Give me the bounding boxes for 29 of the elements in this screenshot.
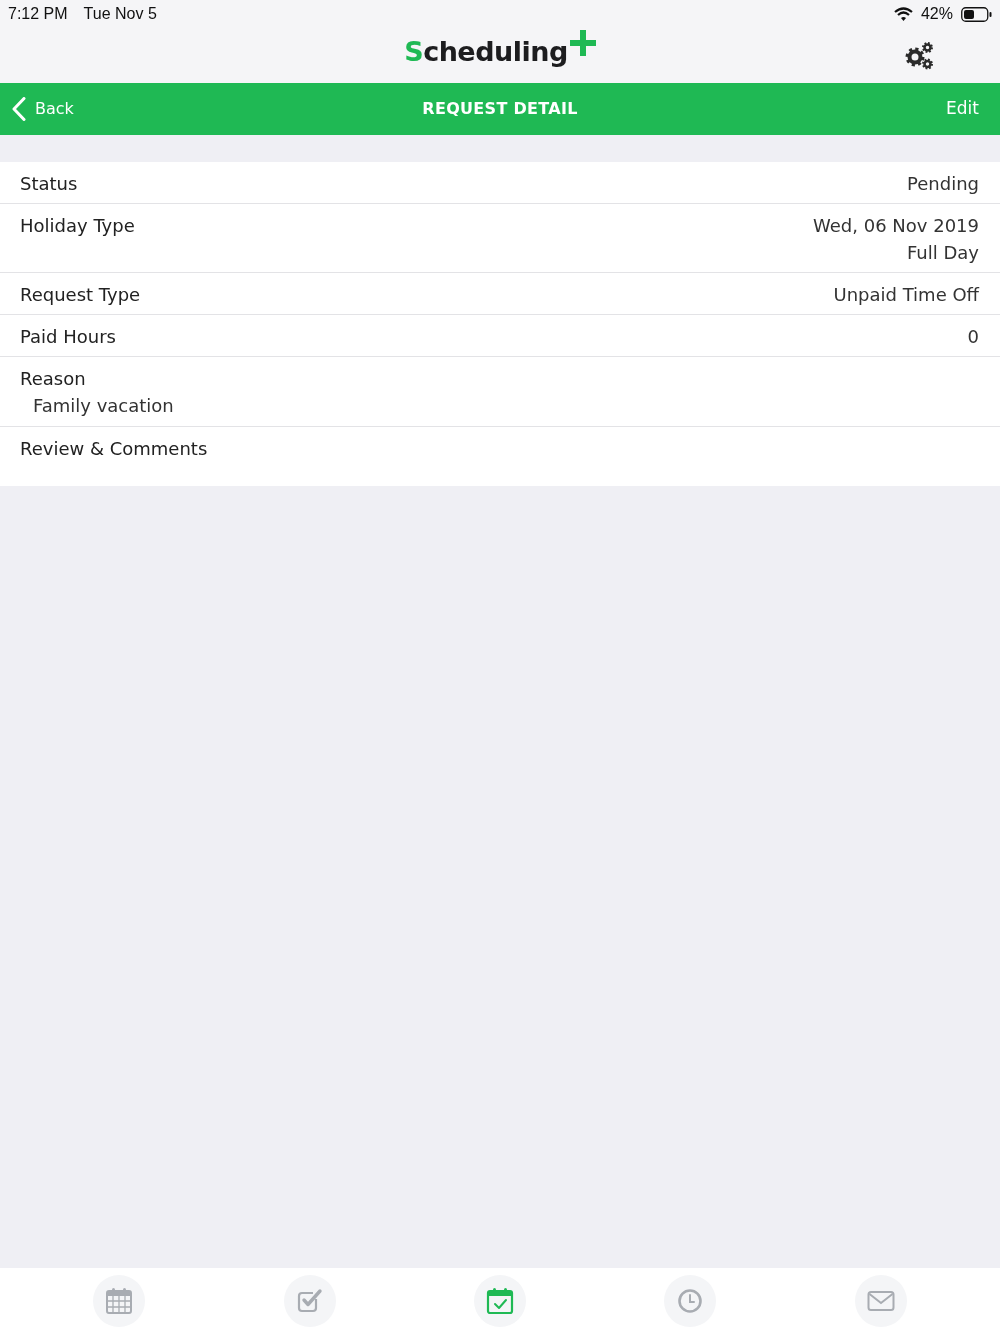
edit-button[interactable]: Edit xyxy=(946,96,1000,122)
checkbox-tick-icon xyxy=(295,1287,324,1315)
page-title: REQUEST DETAIL xyxy=(422,98,578,120)
field-label: Review & Comments xyxy=(20,437,208,461)
chevron-left-icon xyxy=(12,97,26,121)
field-label: Status xyxy=(20,172,78,196)
date-text: Tue Nov 5 xyxy=(83,4,157,24)
clock-icon xyxy=(676,1287,705,1315)
calendar-icon xyxy=(105,1287,134,1315)
battery-icon xyxy=(961,6,992,22)
logo-text: Scheduling xyxy=(404,38,568,65)
field-label: Holiday Type xyxy=(20,214,135,238)
battery-percent: 42% xyxy=(920,4,953,24)
field-label: Reason xyxy=(20,367,86,391)
field-value: Family vacation xyxy=(33,394,174,418)
field-label: Paid Hours xyxy=(20,325,116,349)
back-button[interactable]: Back xyxy=(0,97,74,121)
field-value: Pending xyxy=(907,172,979,196)
back-label: Back xyxy=(35,98,74,120)
wifi-icon xyxy=(893,7,913,21)
field-value: Unpaid Time Off xyxy=(833,283,979,307)
settings-icon[interactable] xyxy=(904,40,934,70)
plus-icon xyxy=(569,30,596,56)
clock-time: 7:12 PM xyxy=(8,4,68,24)
field-label: Request Type xyxy=(20,283,141,307)
field-value: Wed, 06 Nov 2019 xyxy=(813,214,979,238)
calendar-check-icon xyxy=(485,1287,514,1315)
field-value: Full Day xyxy=(906,241,979,265)
field-value: 0 xyxy=(967,325,979,349)
